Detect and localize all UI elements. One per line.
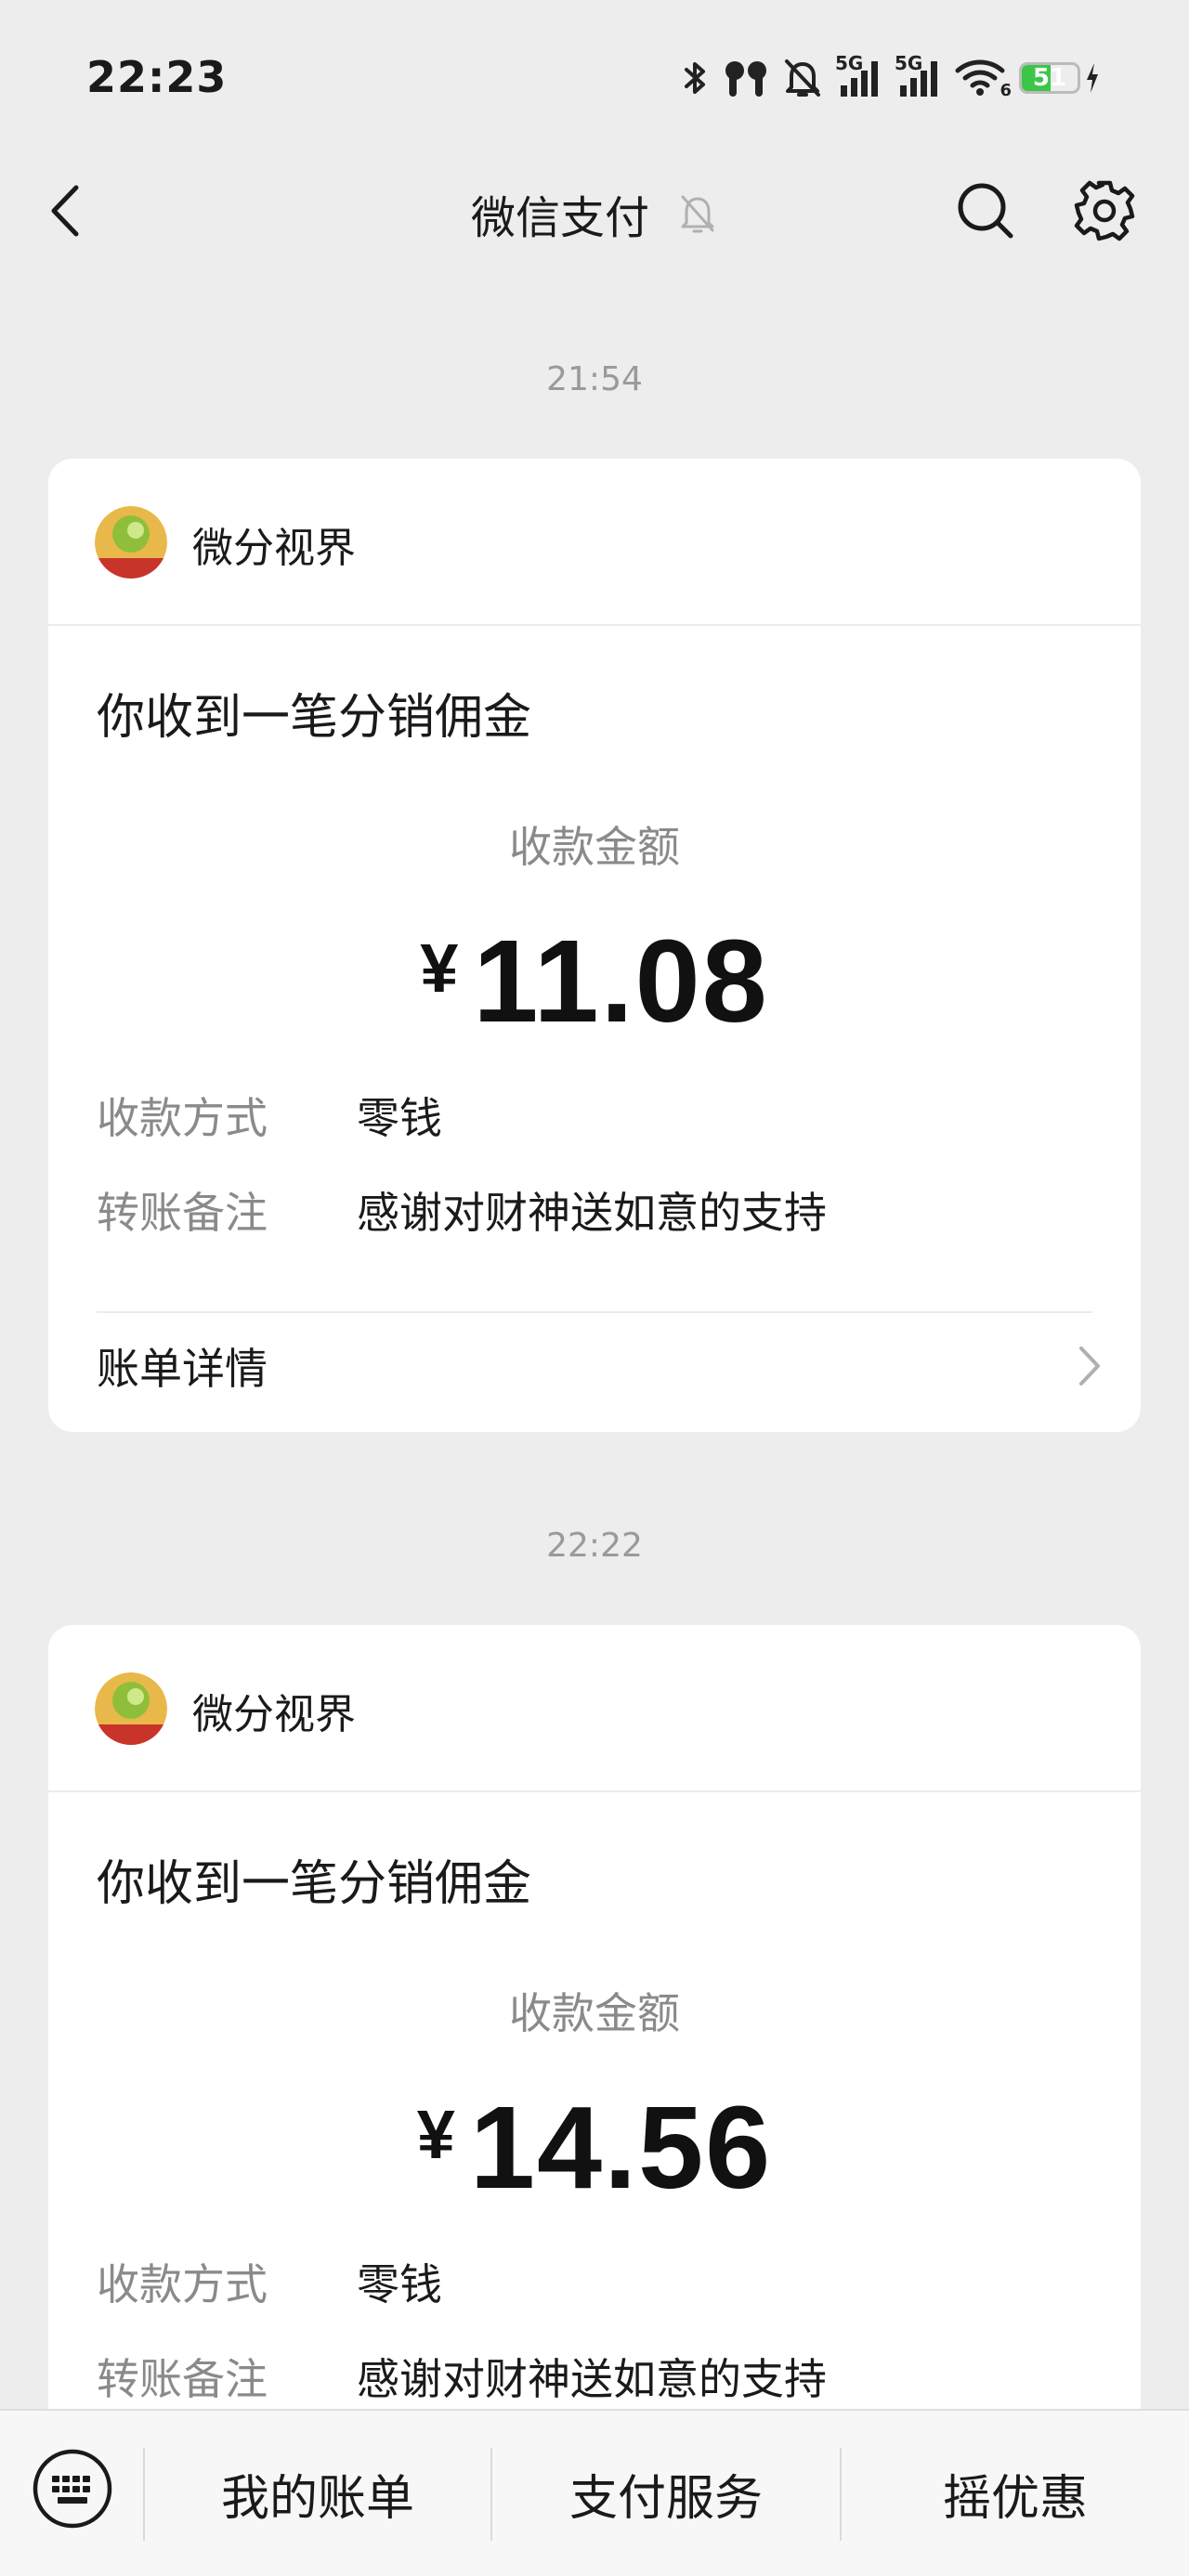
amount-label: 收款金额 xyxy=(509,822,680,872)
merchant-name: 微分视界 xyxy=(192,525,356,572)
merchant-name: 微分视界 xyxy=(192,1691,356,1738)
currency-symbol: ¥ xyxy=(420,930,459,1007)
menu-payment-services[interactable]: 支付服务 xyxy=(492,2411,840,2576)
payment-method-key: 收款方式 xyxy=(97,1093,268,1143)
search-button[interactable] xyxy=(955,180,1016,241)
battery-indicator: 51 xyxy=(1019,61,1101,95)
gear-icon xyxy=(1074,180,1135,241)
wifi-icon xyxy=(955,59,1005,96)
notification-title: 你收到一笔分销佣金 xyxy=(97,690,532,746)
settings-button[interactable] xyxy=(1072,178,1137,243)
transfer-note-key: 转账备注 xyxy=(97,2354,268,2404)
bluetooth-icon xyxy=(685,62,705,94)
nav-bar: 微信支付 xyxy=(0,139,1189,283)
transfer-note-value: 感谢对财神送如意的支持 xyxy=(357,1188,827,1238)
status-time: 22:23 xyxy=(86,52,228,102)
amount-number: 11.08 xyxy=(473,916,769,1047)
payment-method-row: 收款方式 零钱 xyxy=(97,1085,442,1146)
card-header: 微分视界 xyxy=(48,1625,1141,1792)
payment-method-value: 零钱 xyxy=(357,2259,442,2309)
cell-signal-2: 5G xyxy=(895,52,941,98)
muted-bell-icon xyxy=(785,59,820,97)
muted-bell-icon xyxy=(681,195,714,233)
transfer-note-row: 转账备注 感谢对财神送如意的支持 xyxy=(97,2346,827,2407)
amount-number: 14.56 xyxy=(469,2082,773,2213)
amount-value: ¥11.08 xyxy=(48,914,1141,1048)
wifi-status: 6 xyxy=(954,58,1012,100)
bottom-menu-bar: 我的账单 支付服务 摇优惠 xyxy=(0,2409,1189,2576)
status-bar: 22:23 5G 5G 6 51 xyxy=(0,0,1189,139)
transfer-note-row: 转账备注 感谢对财神送如意的支持 xyxy=(97,1179,827,1241)
merchant-avatar xyxy=(95,1672,167,1745)
battery-icon: 51 xyxy=(1019,62,1080,94)
cell-signal-1: 5G xyxy=(835,52,882,98)
wifi-generation-label: 6 xyxy=(1000,81,1012,100)
battery-level: 51 xyxy=(1032,64,1067,92)
transfer-note-value: 感谢对财神送如意的支持 xyxy=(357,2354,827,2404)
payment-method-value: 零钱 xyxy=(357,1093,442,1143)
chevron-right-icon xyxy=(1079,1347,1100,1386)
transfer-note-key: 转账备注 xyxy=(97,1188,268,1238)
message-timestamp: 21:54 xyxy=(546,360,643,398)
bill-details-link[interactable]: 账单详情 xyxy=(97,1315,1104,1417)
payment-notification-card[interactable]: 微分视界 你收到一笔分销佣金 收款金额 ¥11.08 收款方式 零钱 转账备注 感谢… xyxy=(48,459,1141,1432)
menu-shake-deals[interactable]: 摇优惠 xyxy=(842,2411,1189,2576)
payment-method-key: 收款方式 xyxy=(97,2259,268,2309)
bill-details-label: 账单详情 xyxy=(97,1344,268,1394)
message-timestamp: 22:22 xyxy=(546,1527,643,1565)
merchant-avatar xyxy=(95,506,167,579)
keyboard-icon xyxy=(33,2449,112,2529)
network-type-label: 5G xyxy=(895,52,923,74)
status-icons: 5G 5G 6 51 xyxy=(683,52,1101,104)
search-icon xyxy=(958,183,1013,239)
amount-value: ¥14.56 xyxy=(48,2080,1141,2215)
card-header: 微分视界 xyxy=(48,459,1141,626)
earbuds-icon xyxy=(725,61,766,97)
currency-symbol: ¥ xyxy=(416,2096,455,2173)
payment-method-row: 收款方式 零钱 xyxy=(97,2251,442,2312)
notification-title: 你收到一笔分销佣金 xyxy=(97,1856,532,1912)
charging-icon xyxy=(1087,63,1098,93)
divider xyxy=(97,1311,1092,1313)
page-title: 微信支付 xyxy=(470,192,649,244)
network-type-label: 5G xyxy=(835,52,864,74)
menu-my-bills[interactable]: 我的账单 xyxy=(145,2411,490,2576)
keyboard-toggle-button[interactable] xyxy=(32,2448,113,2530)
payment-notification-card[interactable]: 微分视界 你收到一笔分销佣金 收款金额 ¥14.56 收款方式 零钱 转账备注 感谢… xyxy=(48,1625,1141,2461)
amount-label: 收款金额 xyxy=(509,1988,680,2038)
